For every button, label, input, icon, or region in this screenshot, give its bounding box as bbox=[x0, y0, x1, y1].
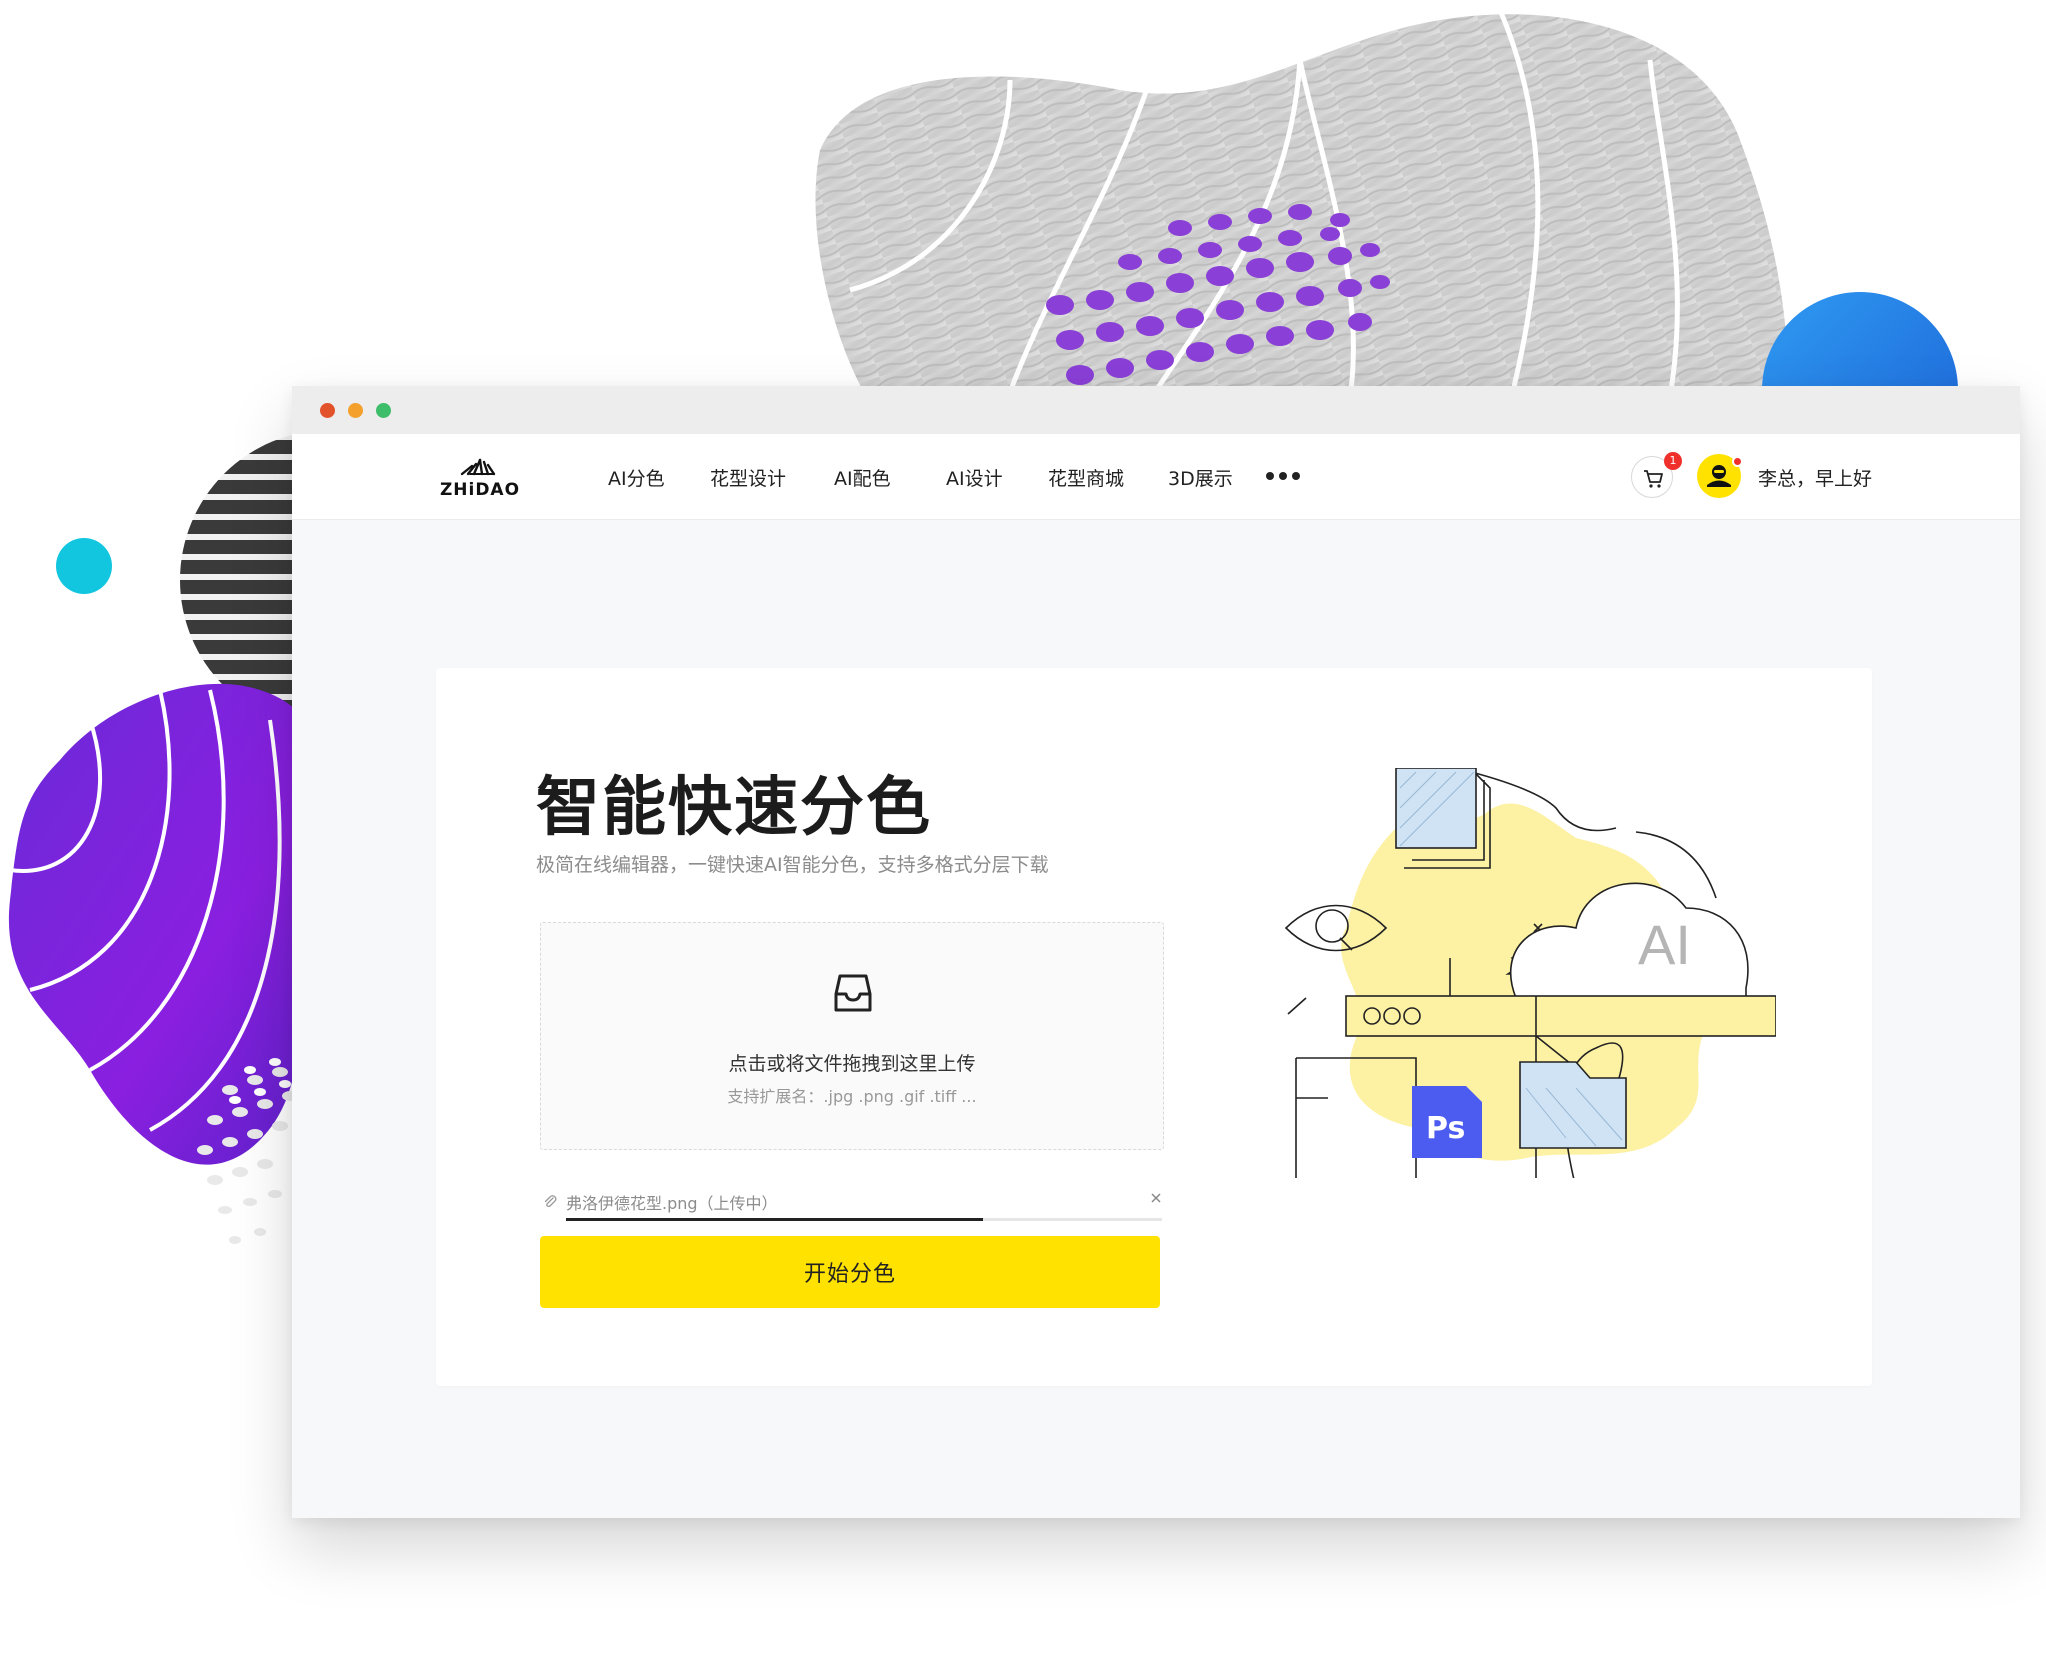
notification-dot bbox=[1732, 456, 1743, 467]
close-dot[interactable] bbox=[320, 403, 335, 418]
file-name: 弗洛伊德花型.png（上传中） bbox=[566, 1194, 778, 1213]
paperclip-icon bbox=[544, 1195, 557, 1208]
start-separation-button[interactable]: 开始分色 bbox=[540, 1236, 1160, 1308]
inbox-icon bbox=[834, 974, 872, 1012]
title-bar bbox=[292, 386, 2020, 434]
illustration-ps-label: Ps bbox=[1426, 1111, 1465, 1146]
upload-instruction: 点击或将文件拖拽到这里上传 bbox=[728, 1053, 976, 1075]
main-card: 智能快速分色 极简在线编辑器，一键快速AI智能分色，支持多格式分层下载 点击或将… bbox=[436, 668, 1872, 1386]
hero-illustration: AI Ps bbox=[1284, 768, 1776, 1178]
logo-text: ZHiDAO bbox=[439, 480, 521, 500]
nav-ai-design[interactable]: AI设计 bbox=[946, 464, 1003, 490]
nav-3d-display[interactable]: 3D展示 bbox=[1168, 464, 1233, 490]
nav-ai-color-separation[interactable]: AI分色 bbox=[608, 464, 665, 490]
nav-pattern-design[interactable]: 花型设计 bbox=[710, 464, 786, 490]
upload-progress-bar bbox=[566, 1218, 1162, 1221]
maximize-dot[interactable] bbox=[376, 403, 391, 418]
nav-ai-color-matching[interactable]: AI配色 bbox=[834, 464, 891, 490]
cart-badge: 1 bbox=[1664, 452, 1682, 470]
upload-extensions-hint: 支持扩展名：.jpg .png .gif .tiff ... bbox=[727, 1087, 977, 1106]
page: ZHiDAO AI分色 花型设计 AI配色 AI设计 花型商城 3D展示 1 李… bbox=[0, 0, 2046, 1660]
uploading-file-item: 弗洛伊德花型.png（上传中） bbox=[540, 1188, 1164, 1221]
top-navbar: ZHiDAO AI分色 花型设计 AI配色 AI设计 花型商城 3D展示 1 李… bbox=[292, 434, 2020, 520]
upload-dropzone[interactable]: 点击或将文件拖拽到这里上传 支持扩展名：.jpg .png .gif .tiff… bbox=[540, 922, 1164, 1150]
brand-logo[interactable]: ZHiDAO bbox=[432, 452, 528, 504]
browser-window: ZHiDAO AI分色 花型设计 AI配色 AI设计 花型商城 3D展示 1 李… bbox=[292, 386, 2020, 1518]
upload-progress-fill bbox=[566, 1218, 984, 1221]
more-icon[interactable] bbox=[1266, 472, 1300, 482]
nav-pattern-mall[interactable]: 花型商城 bbox=[1048, 464, 1124, 490]
user-greeting[interactable]: 李总，早上好 bbox=[1758, 464, 1872, 491]
close-icon[interactable] bbox=[1148, 1190, 1164, 1206]
illustration-ai-label: AI bbox=[1638, 913, 1691, 976]
page-title: 智能快速分色 bbox=[536, 771, 932, 845]
minimize-dot[interactable] bbox=[348, 403, 363, 418]
page-subtitle: 极简在线编辑器，一键快速AI智能分色，支持多格式分层下载 bbox=[536, 854, 1049, 876]
